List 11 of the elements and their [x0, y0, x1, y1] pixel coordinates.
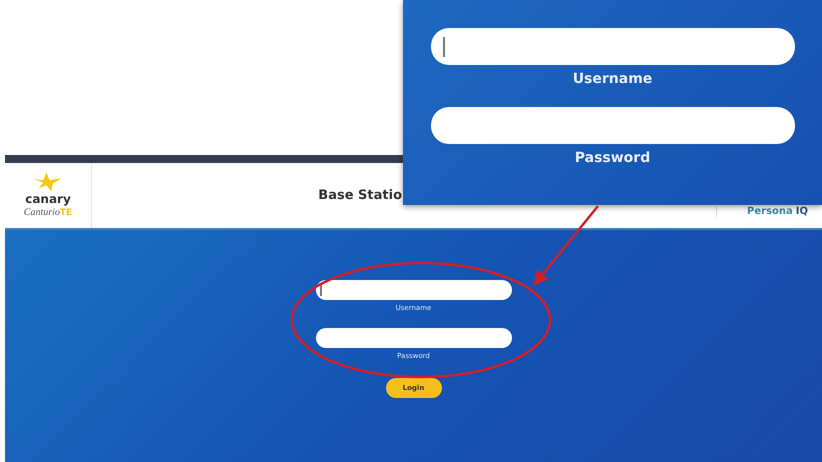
brand-name: canary [25, 193, 71, 206]
input-field[interactable] [430, 28, 794, 65]
product-logo-text: CanturioTE [24, 206, 72, 220]
product-name-suffix: IQ [796, 206, 808, 217]
field-label: Password [574, 150, 650, 166]
product-name: Persona [747, 206, 793, 217]
input-field[interactable] [430, 107, 794, 144]
input-field[interactable] [316, 328, 512, 348]
input-field[interactable] [316, 280, 512, 300]
page-title: Base Statio [317, 188, 403, 203]
field-label: Username [572, 71, 652, 87]
